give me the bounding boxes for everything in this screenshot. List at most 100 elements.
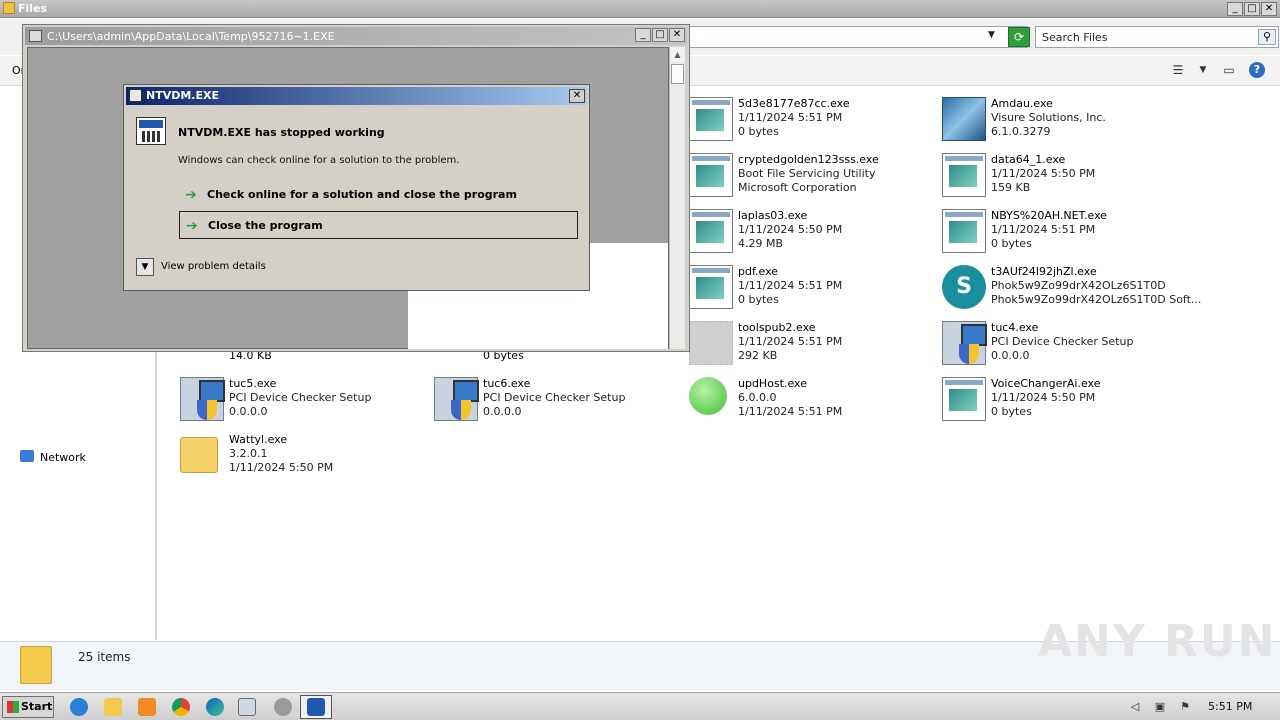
list-item[interactable]: cryptedgolden123sss.exe Boot File Servic…: [689, 153, 939, 203]
item-detail: 1/11/2024 5:51 PM: [738, 111, 843, 124]
list-item[interactable]: Wattyl.exe 3.2.0.1 1/11/2024 5:50 PM: [180, 433, 430, 483]
search-icon[interactable]: ⚲: [1258, 29, 1276, 45]
item-detail: 0 bytes: [738, 125, 779, 138]
view-details-label[interactable]: View problem details: [161, 261, 266, 272]
dialog-titlebar[interactable]: NTVDM.EXE ✕: [126, 87, 587, 105]
network-icon: [20, 450, 34, 462]
console-titlebar[interactable]: C:\Users\admin\AppData\Local\Temp\952716…: [25, 27, 687, 45]
exe-icon: [689, 209, 733, 253]
item-name: data64_1.exe: [991, 153, 1066, 166]
installer-icon: [434, 377, 479, 421]
chevron-down-icon[interactable]: ▼: [988, 30, 995, 40]
minimize-button[interactable]: _: [635, 28, 651, 42]
error-dialog[interactable]: NTVDM.EXE ✕ NTVDM.EXE has stopped workin…: [123, 84, 590, 291]
dialog-heading: NTVDM.EXE has stopped working: [178, 126, 385, 139]
clock[interactable]: 5:51 PM: [1208, 700, 1252, 713]
item-detail: PCI Device Checker Setup: [229, 391, 372, 404]
close-button[interactable]: ✕: [569, 89, 585, 103]
check-online-button[interactable]: ➔ Check online for a solution and close …: [179, 181, 578, 209]
scrollbar[interactable]: ▲: [669, 47, 685, 349]
item-detail: 1/11/2024 5:51 PM: [738, 405, 843, 418]
item-detail: PCI Device Checker Setup: [991, 335, 1134, 348]
item-name: laplas03.exe: [738, 209, 808, 222]
start-button[interactable]: Start: [2, 696, 54, 718]
item-name: Amdau.exe: [991, 97, 1053, 110]
item-detail: PCI Device Checker Setup: [483, 391, 626, 404]
scroll-thumb[interactable]: [671, 64, 684, 84]
list-item[interactable]: tuc5.exe PCI Device Checker Setup 0.0.0.…: [180, 377, 430, 427]
close-button[interactable]: ✕: [669, 28, 685, 42]
list-item[interactable]: toolspub2.exe 1/11/2024 5:51 PM 292 KB: [689, 321, 939, 371]
arrow-right-icon: ➔: [185, 187, 197, 203]
list-item[interactable]: tuc6.exe PCI Device Checker Setup 0.0.0.…: [434, 377, 684, 427]
list-item[interactable]: S t3AUf24I92jhZl.exe Phok5w9Zo99drX42OLz…: [942, 265, 1201, 315]
item-name: Wattyl.exe: [229, 433, 288, 446]
list-item[interactable]: tuc4.exe PCI Device Checker Setup 0.0.0.…: [942, 321, 1192, 371]
list-item[interactable]: NBYS%20AH.NET.exe 1/11/2024 5:51 PM 0 by…: [942, 209, 1192, 259]
taskbar: Start ◁ ▣ ⚑ 5:51 PM: [0, 692, 1280, 720]
item-detail: 1/11/2024 5:51 PM: [738, 279, 843, 292]
item-detail: 3.2.0.1: [229, 447, 268, 460]
windows-flag-icon: [7, 701, 19, 713]
preview-pane-icon[interactable]: ▭: [1221, 62, 1237, 78]
exe-icon: [942, 209, 986, 253]
flag-icon[interactable]: ⚑: [1178, 700, 1192, 714]
explorer-titlebar[interactable]: Files _ □ ✕: [0, 0, 1280, 18]
edge-icon[interactable]: [206, 698, 224, 716]
console-icon: [307, 698, 325, 716]
close-program-button[interactable]: ➔ Close the program: [179, 211, 578, 239]
list-item[interactable]: data64_1.exe 1/11/2024 5:50 PM 159 KB: [942, 153, 1192, 203]
help-icon[interactable]: ?: [1249, 62, 1265, 78]
address-bar[interactable]: [688, 26, 1028, 48]
console-title: C:\Users\admin\AppData\Local\Temp\952716…: [47, 30, 335, 43]
item-detail: 1/11/2024 5:50 PM: [738, 223, 843, 236]
item-name: tuc5.exe: [229, 377, 277, 390]
option-label: Close the program: [208, 219, 323, 232]
network-icon[interactable]: ▣: [1153, 700, 1167, 714]
amdau-icon: [942, 97, 986, 141]
explorer-icon[interactable]: [104, 698, 122, 716]
chrome-icon[interactable]: [172, 698, 190, 716]
folder-icon: [180, 437, 218, 473]
ie-icon[interactable]: [70, 698, 88, 716]
refresh-button[interactable]: ⟳: [1008, 27, 1030, 47]
console-app-icon: [136, 117, 166, 145]
list-item[interactable]: Amdau.exe Visure Solutions, Inc. 6.1.0.3…: [942, 97, 1192, 147]
nav-item-network[interactable]: Network: [40, 451, 86, 464]
chevron-down-icon[interactable]: ▼: [1195, 62, 1211, 78]
list-item[interactable]: 5d3e8177e87cc.exe 1/11/2024 5:51 PM 0 by…: [689, 97, 939, 147]
list-item[interactable]: pdf.exe 1/11/2024 5:51 PM 0 bytes: [689, 265, 939, 315]
console-taskbar-button[interactable]: [300, 695, 332, 719]
folder-icon: [3, 2, 15, 14]
list-item[interactable]: laplas03.exe 1/11/2024 5:50 PM 4.29 MB: [689, 209, 939, 259]
maximize-button[interactable]: □: [1244, 2, 1260, 16]
view-options-icon[interactable]: ☰: [1170, 62, 1186, 78]
close-button[interactable]: ✕: [1261, 2, 1277, 16]
item-detail: Visure Solutions, Inc.: [991, 111, 1106, 124]
media-player-icon[interactable]: [138, 698, 156, 716]
item-name: 5d3e8177e87cc.exe: [738, 97, 850, 110]
item-detail: 159 KB: [991, 181, 1031, 194]
maximize-button[interactable]: □: [652, 28, 668, 42]
minimize-button[interactable]: _: [1227, 2, 1243, 16]
item-detail: Phok5w9Zo99drX42OLz6S1T0D: [991, 279, 1166, 292]
settings-icon[interactable]: [274, 698, 292, 716]
expand-details-button[interactable]: ▼: [136, 258, 154, 276]
list-item[interactable]: updHost.exe 6.0.0.0 1/11/2024 5:51 PM: [689, 377, 939, 427]
volume-icon[interactable]: ◁: [1128, 700, 1142, 714]
list-item[interactable]: VoiceChangerAi.exe 1/11/2024 5:50 PM 0 b…: [942, 377, 1192, 427]
folder-icon: [20, 646, 52, 684]
blurred-icon: [689, 321, 733, 365]
scroll-up-icon[interactable]: ▲: [670, 47, 685, 62]
item-detail: Phok5w9Zo99drX42OLz6S1T0D Soft...: [991, 293, 1202, 306]
installer-icon: [942, 321, 987, 365]
app-window-icon[interactable]: [238, 698, 256, 716]
item-detail: 0 bytes: [738, 293, 779, 306]
search-input[interactable]: Search Files ⚲: [1035, 26, 1279, 48]
item-detail: 6.0.0.0: [738, 391, 777, 404]
item-name: NBYS%20AH.NET.exe: [991, 209, 1108, 222]
window-title: Files: [18, 2, 48, 15]
item-detail: 0 bytes: [991, 405, 1032, 418]
item-detail: 0 bytes: [991, 237, 1032, 250]
item-name: tuc6.exe: [483, 377, 531, 390]
